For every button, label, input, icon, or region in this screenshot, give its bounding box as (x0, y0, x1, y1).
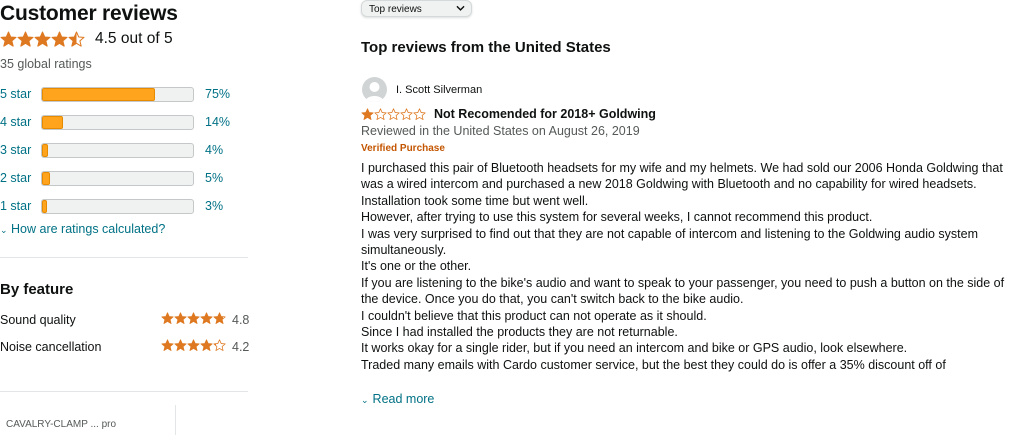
review-title[interactable]: Not Recomended for 2018+ Goldwing (434, 107, 656, 121)
star-icon (387, 108, 400, 120)
star-icon (174, 339, 187, 351)
star-icon (51, 31, 68, 47)
star-icon (361, 108, 374, 120)
review-body: I purchased this pair of Bluetooth heads… (361, 160, 1011, 389)
histogram-fill (42, 199, 47, 213)
histogram-percent[interactable]: 5% (205, 171, 223, 185)
histogram-fill (42, 171, 50, 185)
feature-row-sound-quality: Sound quality 4.8 (0, 311, 250, 329)
review-stars[interactable] (361, 108, 426, 121)
review-paragraph: Traded many emails with Cardo customer s… (361, 357, 946, 372)
histogram-bar[interactable] (41, 170, 194, 186)
review-paragraph: I couldn't believe that this product can… (361, 308, 707, 323)
histogram-row-1[interactable]: 1 star 3% (0, 197, 250, 215)
by-feature-heading: By feature (0, 281, 74, 298)
histogram-percent[interactable]: 14% (205, 115, 230, 129)
review-paragraph: Since I had installed the products they … (361, 325, 678, 340)
histogram-label[interactable]: 3 star (0, 143, 41, 157)
feature-name: Noise cancellation (0, 340, 102, 354)
star-icon (213, 339, 226, 351)
bottom-tab[interactable]: CAVALRY-CLAMP ... pro (0, 405, 176, 435)
average-rating-text: 4.5 out of 5 (95, 30, 173, 47)
feature-stars (161, 339, 226, 352)
histogram-row-3[interactable]: 3 star 4% (0, 141, 250, 159)
star-icon (213, 312, 226, 324)
star-icon (187, 339, 200, 351)
review-paragraph: Installation took some time but went wel… (361, 193, 589, 208)
star-icon (161, 339, 174, 351)
review-paragraph: However, after trying to use this system… (361, 210, 873, 225)
chevron-down-icon: ⌄ (361, 395, 369, 405)
bottom-tab-label: CAVALRY-CLAMP ... pro (6, 419, 117, 430)
review-paragraph: If you are listening to the bike's audio… (361, 275, 1005, 307)
histogram-fill (42, 115, 64, 129)
average-rating[interactable]: 4.5 out of 5 (0, 30, 173, 48)
feature-stars (161, 312, 226, 325)
histogram-row-4[interactable]: 4 star 14% (0, 113, 250, 131)
star-icon (200, 312, 213, 324)
review-paragraph: I purchased this pair of Bluetooth heads… (361, 161, 1003, 192)
histogram-row-5[interactable]: 5 star 75% (0, 85, 250, 103)
star-icon (34, 31, 51, 47)
histogram-row-2[interactable]: 2 star 5% (0, 169, 250, 187)
how-ratings-calculated-label: How are ratings calculated? (11, 222, 166, 236)
review-paragraph: It works okay for a single rider, but if… (361, 341, 908, 356)
histogram-label[interactable]: 2 star (0, 171, 41, 185)
histogram-fill (42, 143, 49, 157)
histogram-bar[interactable] (41, 86, 194, 102)
histogram-percent[interactable]: 4% (205, 143, 223, 157)
star-icon (68, 31, 85, 47)
user-silhouette-icon (365, 82, 384, 102)
histogram-bar[interactable] (41, 142, 194, 158)
read-more-link[interactable]: ⌄ Read more (361, 392, 434, 406)
histogram-bar[interactable] (41, 114, 194, 130)
top-reviews-heading: Top reviews from the United States (361, 39, 611, 56)
star-icon (174, 312, 187, 324)
sort-selected-value: Top reviews (369, 4, 422, 15)
average-stars (0, 31, 85, 48)
sort-dropdown[interactable]: Top reviews (361, 0, 472, 17)
verified-purchase-badge: Verified Purchase (361, 143, 445, 154)
histogram-label[interactable]: 4 star (0, 115, 41, 129)
reviewer-name[interactable]: I. Scott Silverman (396, 84, 482, 96)
histogram-percent[interactable]: 75% (205, 87, 230, 101)
chevron-down-icon (456, 5, 465, 11)
avatar[interactable] (362, 77, 387, 102)
ratings-summary: Customer reviews 4.5 out of 5 35 global … (0, 0, 250, 428)
star-icon (187, 312, 200, 324)
histogram-percent[interactable]: 3% (205, 199, 223, 213)
star-icon (374, 108, 387, 120)
histogram-bar[interactable] (41, 198, 194, 214)
review-paragraph: It's one or the other. (361, 259, 472, 274)
histogram-fill (42, 87, 156, 101)
histogram-label[interactable]: 1 star (0, 199, 41, 213)
star-icon (161, 312, 174, 324)
review-paragraph: I was very surprised to find out that th… (361, 226, 979, 258)
review-date: Reviewed in the United States on August … (361, 124, 640, 138)
star-icon (413, 108, 426, 120)
feature-value: 4.2 (232, 340, 250, 354)
star-icon (400, 108, 413, 120)
histogram-label[interactable]: 5 star (0, 87, 41, 101)
star-icon (17, 31, 34, 47)
feature-name: Sound quality (0, 313, 76, 327)
feature-row-noise-cancellation: Noise cancellation 4.2 (0, 338, 250, 356)
feature-value: 4.8 (232, 313, 250, 327)
star-icon (200, 339, 213, 351)
how-ratings-calculated-link[interactable]: ⌄ How are ratings calculated? (0, 222, 165, 236)
read-more-label: Read more (372, 392, 435, 406)
chevron-down-icon: ⌄ (0, 225, 8, 235)
customer-reviews-heading: Customer reviews (0, 2, 178, 25)
global-ratings-count: 35 global ratings (0, 57, 92, 71)
divider (0, 257, 248, 258)
star-icon (0, 31, 17, 47)
divider (0, 391, 248, 392)
